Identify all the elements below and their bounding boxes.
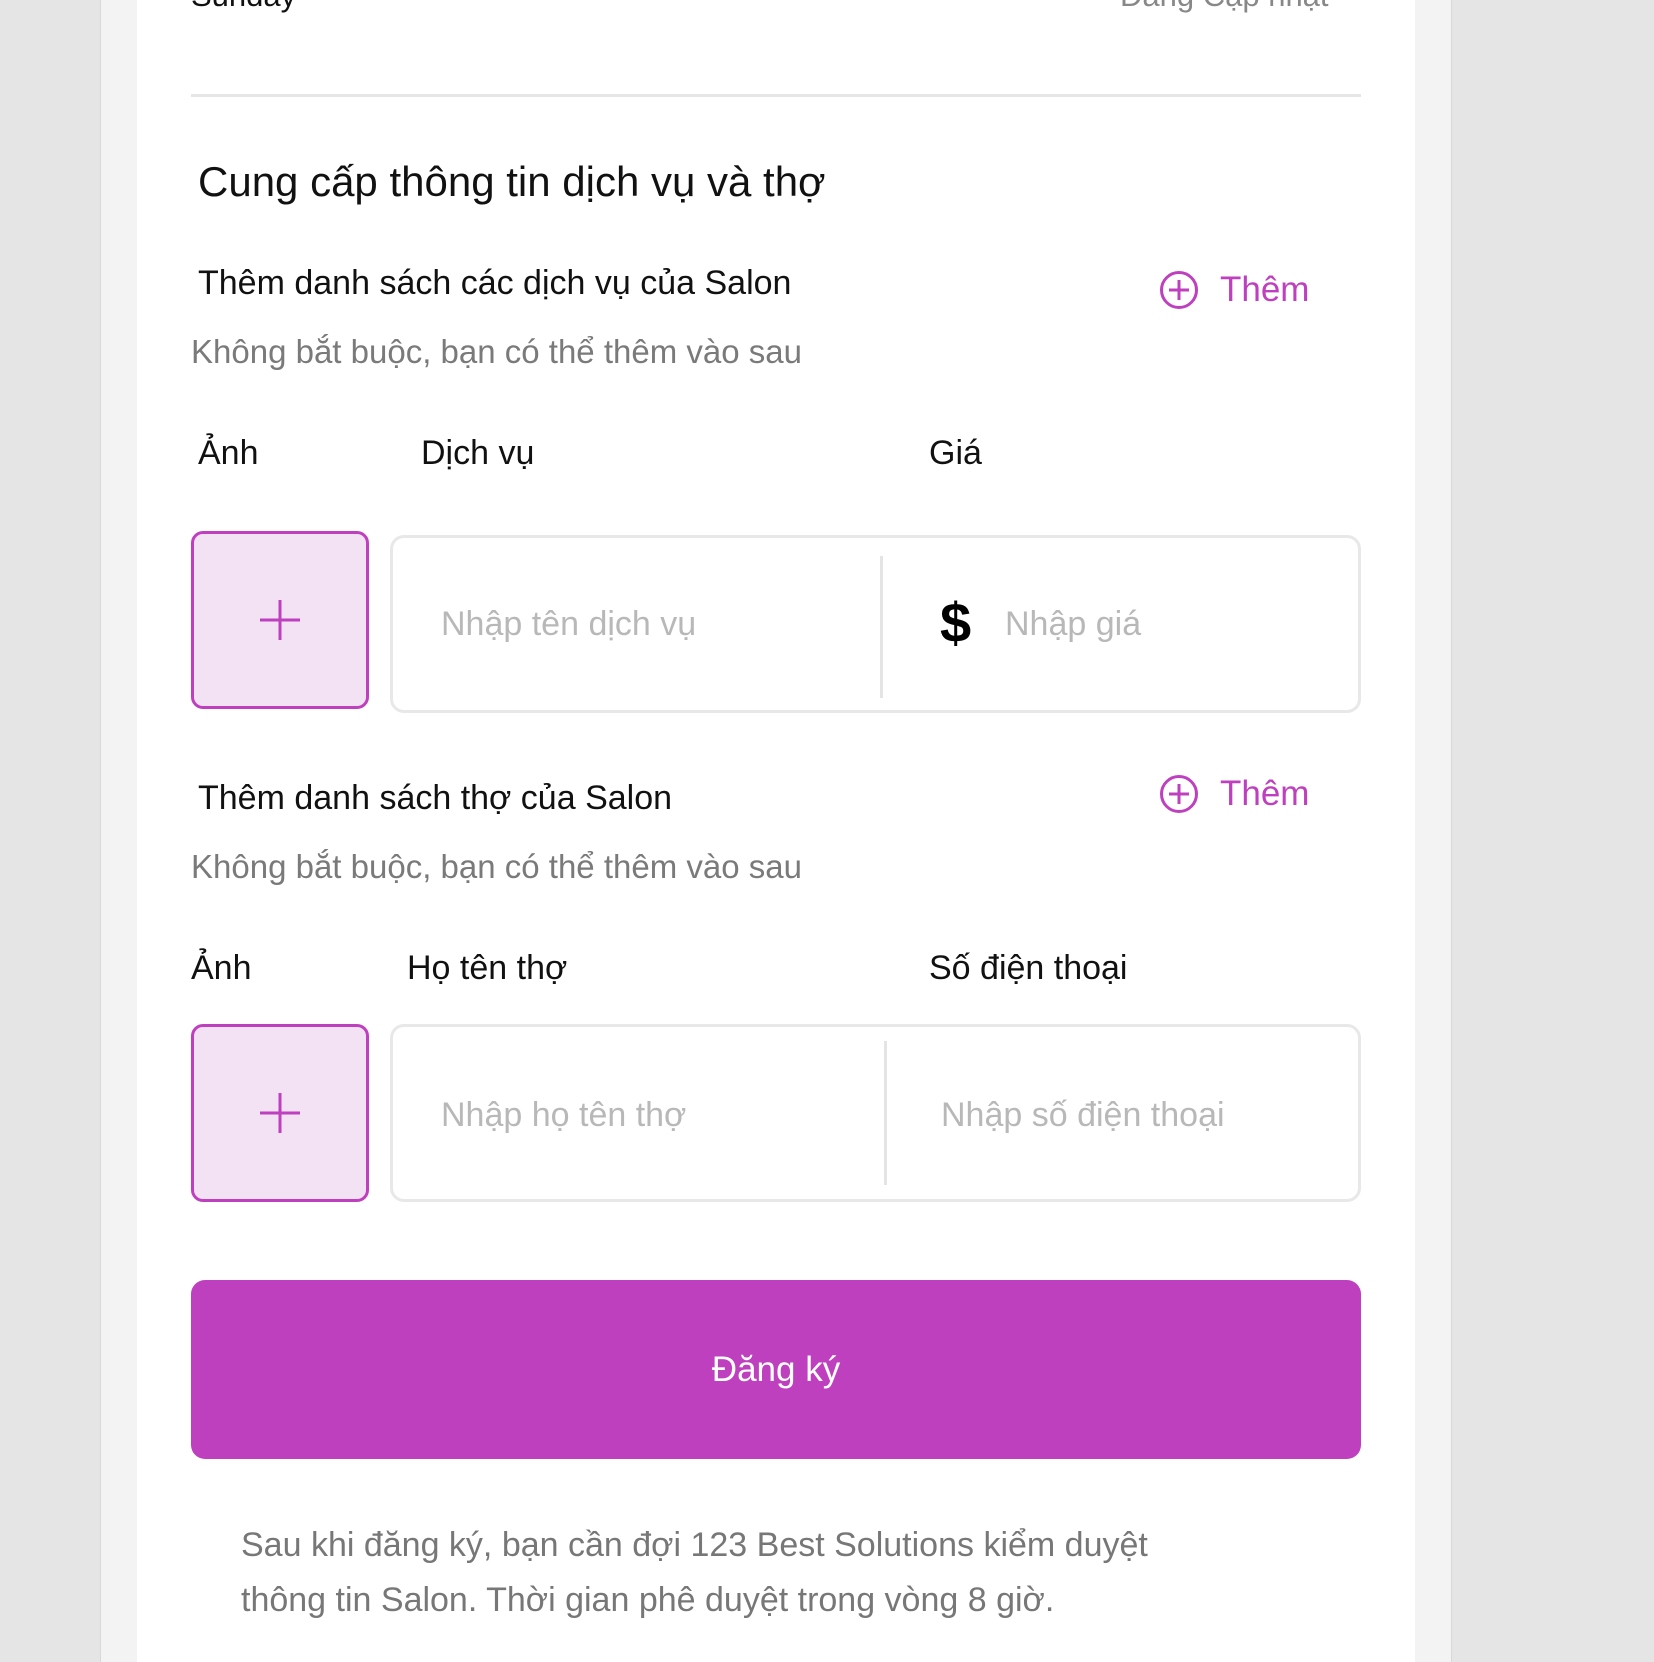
- staff-phone-input[interactable]: [941, 1090, 1341, 1140]
- services-col-price: Giá: [929, 434, 982, 472]
- services-title: Thêm danh sách các dịch vụ của Salon: [198, 264, 792, 302]
- staff-col-phone: Số điện thoại: [929, 949, 1128, 987]
- service-name-input[interactable]: [441, 599, 861, 649]
- approval-note: Sau khi đăng ký, bạn cần đợi 123 Best So…: [241, 1518, 1241, 1628]
- register-button-label: Đăng ký: [711, 1349, 841, 1389]
- add-service-label: Thêm: [1220, 270, 1310, 309]
- service-field-group: $: [390, 535, 1361, 713]
- plus-icon: [260, 1093, 300, 1133]
- service-photo-upload[interactable]: [191, 531, 369, 709]
- field-separator: [880, 556, 883, 698]
- plus-circle-icon: [1160, 271, 1198, 309]
- staff-col-name: Họ tên thợ: [407, 949, 568, 987]
- staff-photo-upload[interactable]: [191, 1024, 369, 1202]
- staff-field-group: [390, 1024, 1361, 1202]
- day-label: Sunday: [191, 0, 296, 14]
- section-divider: [191, 94, 1361, 97]
- services-hint: Không bắt buộc, bạn có thể thêm vào sau: [191, 333, 802, 370]
- section-title: Cung cấp thông tin dịch vụ và thợ: [198, 158, 826, 205]
- status-label: Đang Cập nhật: [1120, 0, 1329, 14]
- field-separator: [884, 1041, 887, 1185]
- add-staff-label: Thêm: [1220, 774, 1310, 813]
- plus-icon: [260, 600, 300, 640]
- add-staff-button[interactable]: Thêm: [1160, 774, 1309, 814]
- staff-hint: Không bắt buộc, bạn có thể thêm vào sau: [191, 848, 802, 885]
- service-price-input[interactable]: [1005, 599, 1335, 649]
- plus-circle-icon: [1160, 775, 1198, 813]
- dollar-icon: $: [940, 591, 972, 654]
- services-col-photo: Ảnh: [198, 434, 259, 472]
- approval-note-line-1: Sau khi đăng ký, bạn cần đợi 123 Best So…: [241, 1526, 1148, 1564]
- services-col-service: Dịch vụ: [421, 434, 535, 472]
- add-service-button[interactable]: Thêm: [1160, 270, 1309, 310]
- staff-name-input[interactable]: [441, 1090, 861, 1140]
- register-button[interactable]: Đăng ký: [191, 1280, 1361, 1459]
- staff-title: Thêm danh sách thợ của Salon: [198, 779, 673, 817]
- staff-col-photo: Ảnh: [191, 949, 252, 987]
- approval-note-line-2: thông tin Salon. Thời gian phê duyệt tro…: [241, 1581, 1055, 1619]
